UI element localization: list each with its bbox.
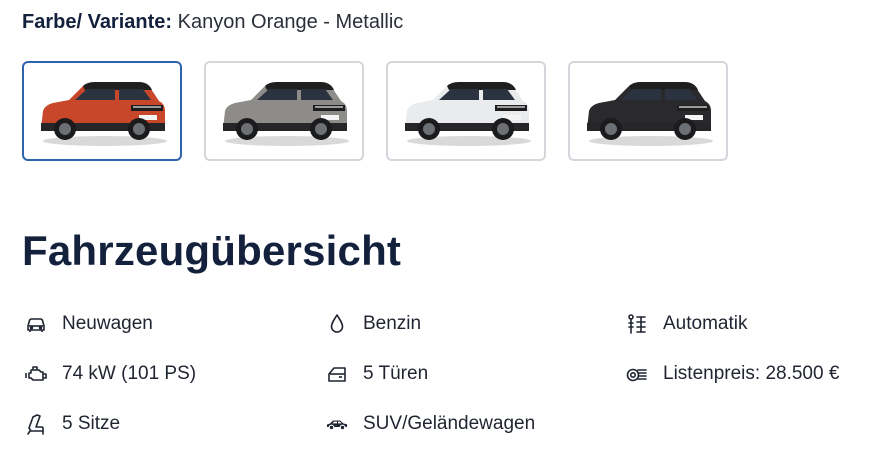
spec-transmission: Automatik [624,310,747,338]
car-front-icon [23,311,49,337]
spec-price-text: Listenpreis: 28.500 € [663,363,840,384]
car-door-icon [324,361,350,387]
color-variant-label: Farbe/ Variante: [22,11,173,33]
spec-fuel-text: Benzin [363,313,422,334]
suv-icon [324,411,350,437]
car-image [587,82,713,146]
color-swatch-black[interactable] [568,61,728,161]
spec-price: Listenpreis: 28.500 € [624,360,839,388]
spec-power-text: 74 kW (101 PS) [62,363,197,384]
spec-transmission-text: Automatik [663,313,748,334]
engine-icon [23,361,49,387]
spec-body-type: SUV/Geländewagen [324,410,535,438]
color-swatch-white[interactable] [386,61,546,161]
spec-doors: 5 Türen [324,360,428,388]
spec-power: 74 kW (101 PS) [23,360,196,388]
spec-seats: 5 Sitze [23,410,120,438]
price-tag-icon [624,361,650,387]
color-swatch-grey[interactable] [204,61,364,161]
seat-icon [23,411,49,437]
color-swatch-orange[interactable] [22,61,182,161]
spec-seats-text: 5 Sitze [62,413,121,434]
spec-body-type-text: SUV/Geländewagen [363,413,536,434]
spec-condition: Neuwagen [23,310,153,338]
spec-condition-text: Neuwagen [62,313,153,334]
car-image [41,82,167,146]
car-image [405,82,531,146]
spec-fuel: Benzin [324,310,421,338]
fuel-drop-icon [324,311,350,337]
color-variant-value: Kanyon Orange - Metallic [177,11,404,33]
section-title: Fahrzeugübersicht [22,227,402,274]
gearbox-icon [624,311,650,337]
color-swatch-list [22,61,728,161]
spec-doors-text: 5 Türen [363,363,429,384]
car-image [223,82,349,146]
color-variant-line: Farbe/ Variante: Kanyon Orange - Metalli… [22,9,403,35]
